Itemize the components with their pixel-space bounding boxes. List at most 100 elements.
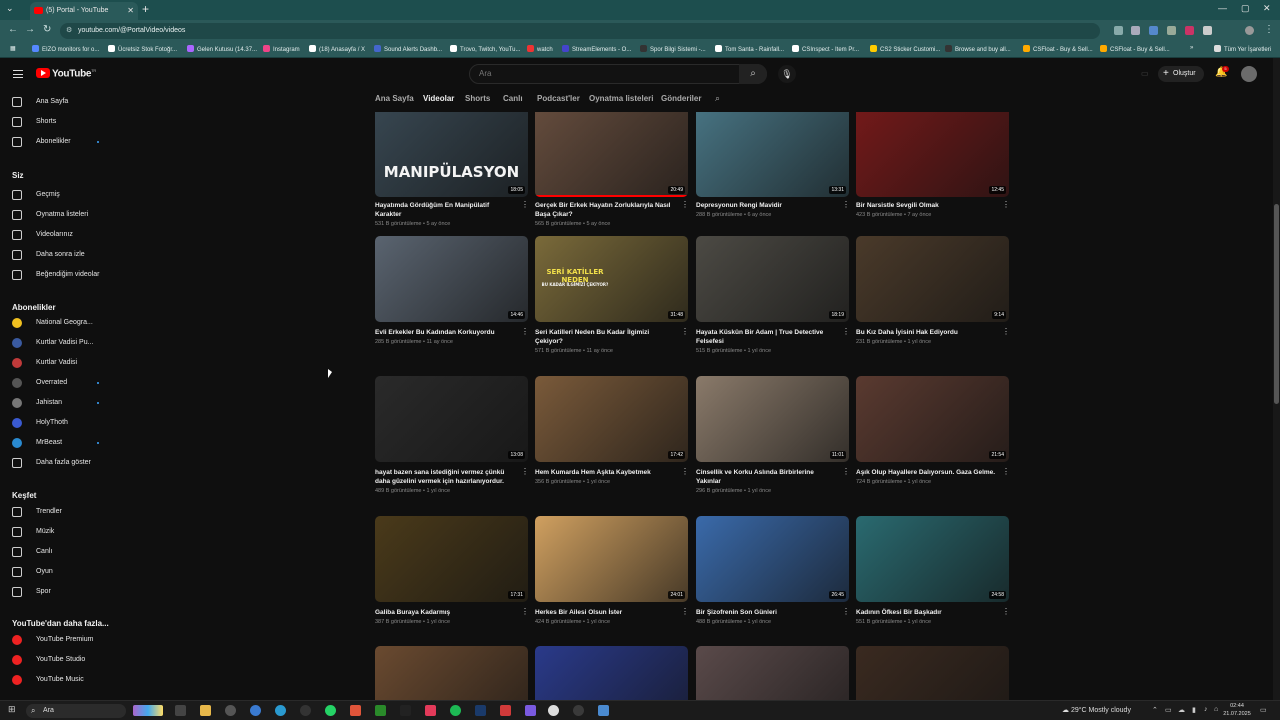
bookmark[interactable]: Browse and buy all... bbox=[945, 45, 1011, 53]
new-tab-icon[interactable]: + bbox=[142, 2, 149, 16]
widgets-icon[interactable] bbox=[133, 705, 163, 716]
bookmark[interactable]: Instagram bbox=[263, 45, 300, 53]
more-actions-icon[interactable]: ⋮ bbox=[842, 468, 850, 476]
video-thumbnail[interactable]: 9:14 bbox=[856, 236, 1009, 322]
app-icon[interactable] bbox=[350, 705, 361, 716]
more-actions-icon[interactable]: ⋮ bbox=[681, 328, 689, 336]
search-input[interactable]: Ara bbox=[469, 64, 767, 84]
bookmark[interactable]: Ücretsiz Stok Fotoğr... bbox=[108, 45, 177, 53]
video-title[interactable]: Bir Narsistle Sevgili Olmak bbox=[856, 201, 996, 210]
sidebar-subscription[interactable]: MrBeast bbox=[0, 433, 120, 453]
extension-icon[interactable] bbox=[1185, 26, 1194, 35]
video-title[interactable]: Bir Şizofrenin Son Günleri bbox=[696, 608, 836, 617]
video-title[interactable]: Hayata Küskün Bir Adam | True Detective … bbox=[696, 328, 836, 346]
tab-search-icon[interactable]: ⌄ bbox=[6, 3, 14, 14]
tray-app-icon[interactable]: ▭ bbox=[1165, 706, 1172, 714]
tray-overflow-icon[interactable]: ⌃ bbox=[1152, 706, 1158, 714]
video-title[interactable]: Hem Kumarda Hem Aşkta Kaybetmek bbox=[535, 468, 675, 477]
bookmark[interactable]: Sound Alerts Dashb... bbox=[374, 45, 442, 53]
forward-icon[interactable]: → bbox=[25, 24, 35, 35]
extension-icon[interactable] bbox=[1114, 26, 1123, 35]
menu-icon[interactable] bbox=[13, 70, 23, 78]
app-icon[interactable] bbox=[225, 705, 236, 716]
xbox-icon[interactable] bbox=[375, 705, 386, 716]
channel-search-icon[interactable]: ⌕ bbox=[715, 93, 720, 104]
file-explorer-icon[interactable] bbox=[200, 705, 211, 716]
video-thumbnail[interactable]: NARSIST12:45 bbox=[856, 112, 1009, 197]
sidebar-section-subscriptions[interactable]: Abonelikler bbox=[12, 303, 56, 312]
channel-tab[interactable]: Oynatma listeleri bbox=[589, 94, 653, 103]
video-thumbnail[interactable]: SERİ KATİLLER NEDEN BU KADAR İLGİMİZİ ÇEK… bbox=[535, 236, 688, 322]
volume-icon[interactable]: ♪ bbox=[1204, 706, 1208, 713]
sidebar-item-explore-0[interactable]: Trendler bbox=[0, 502, 120, 522]
clock[interactable]: 02:44 21.07.2025 bbox=[1222, 702, 1252, 718]
video-thumbnail[interactable]: 14:46 bbox=[375, 236, 528, 322]
sidebar-item-explore-1[interactable]: Müzik bbox=[0, 522, 120, 542]
sidebar-subscription[interactable]: Kurtlar Vadisi bbox=[0, 353, 120, 373]
app-icon[interactable] bbox=[573, 705, 584, 716]
more-actions-icon[interactable]: ⋮ bbox=[521, 608, 529, 616]
chrome-icon[interactable] bbox=[548, 705, 559, 716]
video-title[interactable]: Evli Erkekler Bu Kadından Korkuyordu bbox=[375, 328, 515, 337]
video-title[interactable]: Kadının Öfkesi Bir Başkadır bbox=[856, 608, 996, 617]
close-window-icon[interactable]: ✕ bbox=[1263, 3, 1271, 14]
more-actions-icon[interactable]: ⋮ bbox=[1002, 201, 1010, 209]
more-bookmarks-icon[interactable]: » bbox=[1190, 45, 1193, 51]
taskbar-search[interactable]: ⌕ Ara bbox=[26, 704, 126, 718]
cast-icon[interactable]: ▭ bbox=[1141, 69, 1149, 78]
bookmark[interactable]: Gelen Kutusu (14.37... bbox=[187, 45, 257, 53]
bookmark[interactable]: CSFloat - Buy & Sell... bbox=[1100, 45, 1170, 53]
sidebar-item-you-0[interactable]: Geçmiş bbox=[0, 185, 120, 205]
extension-icon[interactable] bbox=[1167, 26, 1176, 35]
more-actions-icon[interactable]: ⋮ bbox=[521, 468, 529, 476]
bookmark[interactable]: Trovo, Twitch, YouTu... bbox=[450, 45, 520, 53]
app-icon[interactable] bbox=[525, 705, 536, 716]
video-thumbnail[interactable]: 26:45 bbox=[696, 516, 849, 602]
bookmark[interactable]: Tom Santa - Rainfall... bbox=[715, 45, 784, 53]
app-icon[interactable] bbox=[300, 705, 311, 716]
search-icon[interactable]: ⌕ bbox=[739, 64, 767, 84]
extensions-puzzle-icon[interactable] bbox=[1203, 26, 1212, 35]
spotify-icon[interactable] bbox=[450, 705, 461, 716]
video-thumbnail[interactable] bbox=[696, 646, 849, 700]
channel-tab[interactable]: Canlı bbox=[503, 94, 523, 103]
music-icon[interactable] bbox=[425, 705, 436, 716]
sidebar-item-explore-2[interactable]: Canlı bbox=[0, 542, 120, 562]
sidebar-item-more-2[interactable]: YouTube Music bbox=[0, 670, 120, 690]
apps-icon[interactable]: ▦ bbox=[10, 45, 16, 52]
bookmark[interactable]: CS2 Sticker Customi... bbox=[870, 45, 940, 53]
video-title[interactable]: Cinsellik ve Korku Aslında Birbirlerine … bbox=[696, 468, 836, 486]
profile-avatar[interactable] bbox=[1245, 26, 1254, 35]
sidebar-subscription[interactable]: Overrated bbox=[0, 373, 120, 393]
close-tab-icon[interactable]: ✕ bbox=[127, 2, 134, 20]
bookmark[interactable]: (18) Anasayfa / X bbox=[309, 45, 365, 53]
youtube-logo[interactable]: YouTubeTR bbox=[36, 68, 96, 79]
microphone-icon[interactable]: 🎙 bbox=[778, 65, 796, 83]
channel-tab[interactable]: Videolar bbox=[423, 94, 454, 103]
channel-tab[interactable]: Gönderiler bbox=[661, 94, 701, 103]
sidebar-item-2[interactable]: Abonelikler bbox=[0, 132, 120, 152]
more-actions-icon[interactable]: ⋮ bbox=[1002, 328, 1010, 336]
video-thumbnail[interactable]: 21:54 bbox=[856, 376, 1009, 462]
account-avatar[interactable] bbox=[1241, 66, 1257, 82]
reload-icon[interactable]: ↻ bbox=[43, 24, 51, 35]
sidebar-subscription[interactable]: Jahistan bbox=[0, 393, 120, 413]
bookmark[interactable]: EIZO monitors for o... bbox=[32, 45, 99, 53]
sidebar-item-you-4[interactable]: Beğendiğim videolar bbox=[0, 265, 120, 285]
task-view-icon[interactable] bbox=[175, 705, 186, 716]
bookmark[interactable]: watch bbox=[527, 45, 553, 53]
bookmark[interactable]: Spor Bilgi Sistemi -... bbox=[640, 45, 706, 53]
sidebar-item-more-0[interactable]: YouTube Premium bbox=[0, 630, 120, 650]
sidebar-item-you-3[interactable]: Daha sonra izle bbox=[0, 245, 120, 265]
sidebar-subscription[interactable]: HolyThoth bbox=[0, 413, 120, 433]
extension-icon[interactable] bbox=[1149, 26, 1158, 35]
all-bookmarks[interactable]: Tüm Yer İşaretleri bbox=[1214, 45, 1271, 53]
page-scrollbar[interactable] bbox=[1273, 58, 1280, 700]
channel-tab[interactable]: Podcast'ler bbox=[537, 94, 580, 103]
video-title[interactable]: Depresyonun Rengi Mavidir bbox=[696, 201, 836, 210]
video-thumbnail[interactable] bbox=[535, 646, 688, 700]
browser-menu-icon[interactable]: ⋮ bbox=[1264, 24, 1274, 35]
video-title[interactable]: Aşık Olup Hayallere Dalıyorsun. Gaza Gel… bbox=[856, 468, 996, 477]
app-icon[interactable] bbox=[598, 705, 609, 716]
more-actions-icon[interactable]: ⋮ bbox=[521, 201, 529, 209]
